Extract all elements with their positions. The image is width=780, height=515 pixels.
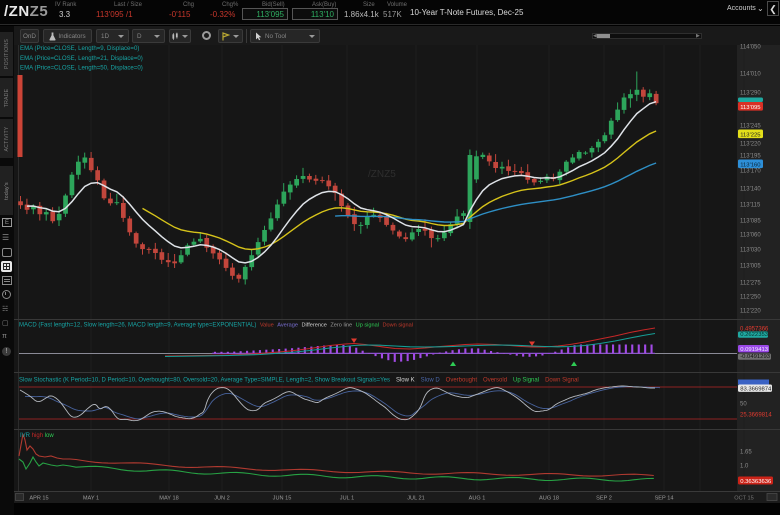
svg-text:IVR high low: IVR high low — [20, 433, 54, 439]
svg-text:0.2622353: 0.2622353 — [740, 332, 769, 338]
svg-text:113'005: 113'005 — [740, 264, 761, 270]
svg-text:1.0: 1.0 — [740, 464, 749, 470]
svg-text:112'275: 112'275 — [740, 281, 761, 287]
svg-text:EMA (Price=CLOSE, Length=21, D: EMA (Price=CLOSE, Length=21, Displace=0) — [20, 55, 143, 62]
svg-text:JUN 15: JUN 15 — [273, 496, 292, 502]
svg-text:AUG 18: AUG 18 — [539, 496, 559, 502]
svg-text:113'245: 113'245 — [740, 124, 761, 130]
svg-text:83.3669874: 83.3669874 — [740, 386, 772, 392]
svg-text:EMA (Price=CLOSE, Length=50, D: EMA (Price=CLOSE, Length=50, Displace=0) — [20, 65, 143, 72]
svg-text:113'095: 113'095 — [740, 105, 761, 111]
svg-text:112'220: 112'220 — [740, 309, 761, 315]
svg-text:112'250: 112'250 — [740, 295, 761, 301]
svg-text:113'140: 113'140 — [740, 187, 761, 193]
svg-text:113'115: 113'115 — [740, 203, 761, 209]
svg-text:EMA (Price=CLOSE, Length=9, Di: EMA (Price=CLOSE, Length=9, Displace=0) — [20, 45, 139, 52]
svg-text:1.65: 1.65 — [740, 450, 752, 456]
svg-text:113'225: 113'225 — [740, 133, 761, 139]
svg-text:0.0919413: 0.0919413 — [740, 347, 769, 353]
svg-text:MAY 1: MAY 1 — [83, 496, 99, 502]
svg-text:114'010: 114'010 — [740, 72, 761, 78]
svg-text:APR 15: APR 15 — [29, 496, 48, 502]
svg-text:JUL 21: JUL 21 — [407, 496, 425, 502]
svg-text:SEP 14: SEP 14 — [655, 496, 674, 502]
svg-text:113'060: 113'060 — [740, 233, 761, 239]
svg-text:113'085: 113'085 — [740, 219, 761, 225]
svg-text:113'195: 113'195 — [740, 154, 761, 160]
svg-text:113'290: 113'290 — [740, 91, 761, 97]
svg-text:0.36363636: 0.36363636 — [740, 479, 772, 485]
svg-text:113'030: 113'030 — [740, 248, 761, 254]
svg-text:113'220: 113'220 — [740, 142, 761, 148]
svg-text:MAY 18: MAY 18 — [159, 496, 178, 502]
svg-text:114'050: 114'050 — [740, 45, 761, 51]
svg-text:-0.0491293: -0.0491293 — [740, 354, 771, 360]
svg-text:113'170: 113'170 — [740, 169, 761, 175]
svg-text:25.3669814: 25.3669814 — [740, 413, 772, 419]
svg-text:113'160: 113'160 — [740, 163, 761, 169]
svg-text:50: 50 — [740, 402, 747, 408]
svg-text:OCT 15: OCT 15 — [734, 496, 753, 502]
svg-text:JUL 1: JUL 1 — [340, 496, 354, 502]
svg-text:Slow Stochastic (K Period=10,: Slow Stochastic (K Period=10, D Period=1… — [19, 378, 579, 384]
svg-text:SEP 2: SEP 2 — [596, 496, 612, 502]
svg-text:/ZNZ5: /ZNZ5 — [368, 169, 396, 180]
svg-text:AUG 1: AUG 1 — [469, 496, 486, 502]
svg-text:JUN 2: JUN 2 — [214, 496, 230, 502]
